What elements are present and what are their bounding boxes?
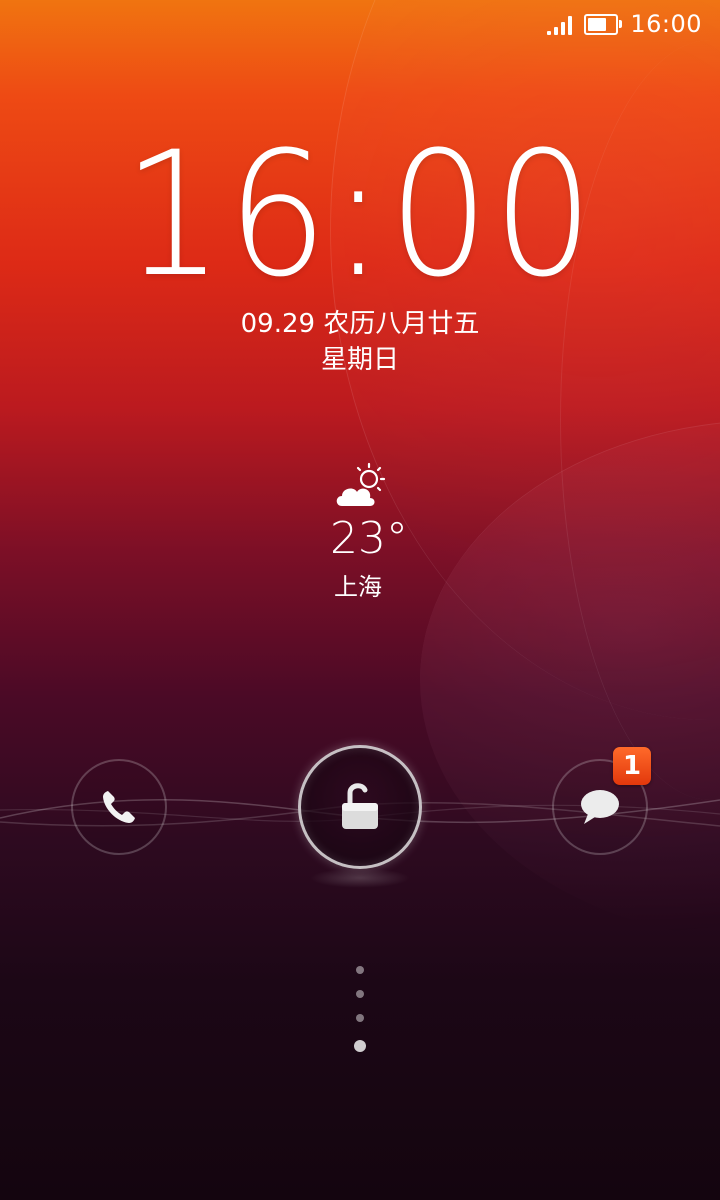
unlock-glow bbox=[310, 868, 410, 888]
phone-shortcut-button[interactable] bbox=[71, 759, 167, 855]
phone-icon bbox=[103, 791, 135, 823]
battery-icon bbox=[584, 13, 623, 35]
background-swoosh bbox=[420, 420, 720, 941]
status-time: 16:00 bbox=[630, 10, 702, 38]
temperature: 23° bbox=[330, 513, 408, 564]
battery-level bbox=[588, 17, 607, 31]
page-dot bbox=[356, 966, 364, 974]
weather-city: 上海 bbox=[334, 573, 382, 601]
page-dot bbox=[356, 1014, 364, 1022]
lockscreen-weekday: 星期日 bbox=[320, 345, 399, 375]
message-icon bbox=[581, 790, 619, 824]
page-dot-active bbox=[354, 1040, 366, 1052]
unlock-icon bbox=[342, 783, 378, 829]
lockscreen-clock: 16:00 bbox=[122, 114, 598, 315]
status-indicators: 16:00 bbox=[547, 8, 702, 40]
lockscreen-date: 09.29 农历八月廿五 bbox=[240, 309, 480, 339]
message-badge: 1 bbox=[613, 747, 651, 785]
lock-screen: 16:00 16:00 09.29 农历八月廿五 星期日 23° 上海 1 bbox=[0, 0, 720, 1200]
status-bar: 16:00 bbox=[0, 0, 720, 48]
partly-cloudy-icon bbox=[332, 462, 392, 512]
signal-icon bbox=[547, 13, 573, 35]
page-dot bbox=[356, 990, 364, 998]
unlock-button[interactable] bbox=[298, 745, 422, 869]
